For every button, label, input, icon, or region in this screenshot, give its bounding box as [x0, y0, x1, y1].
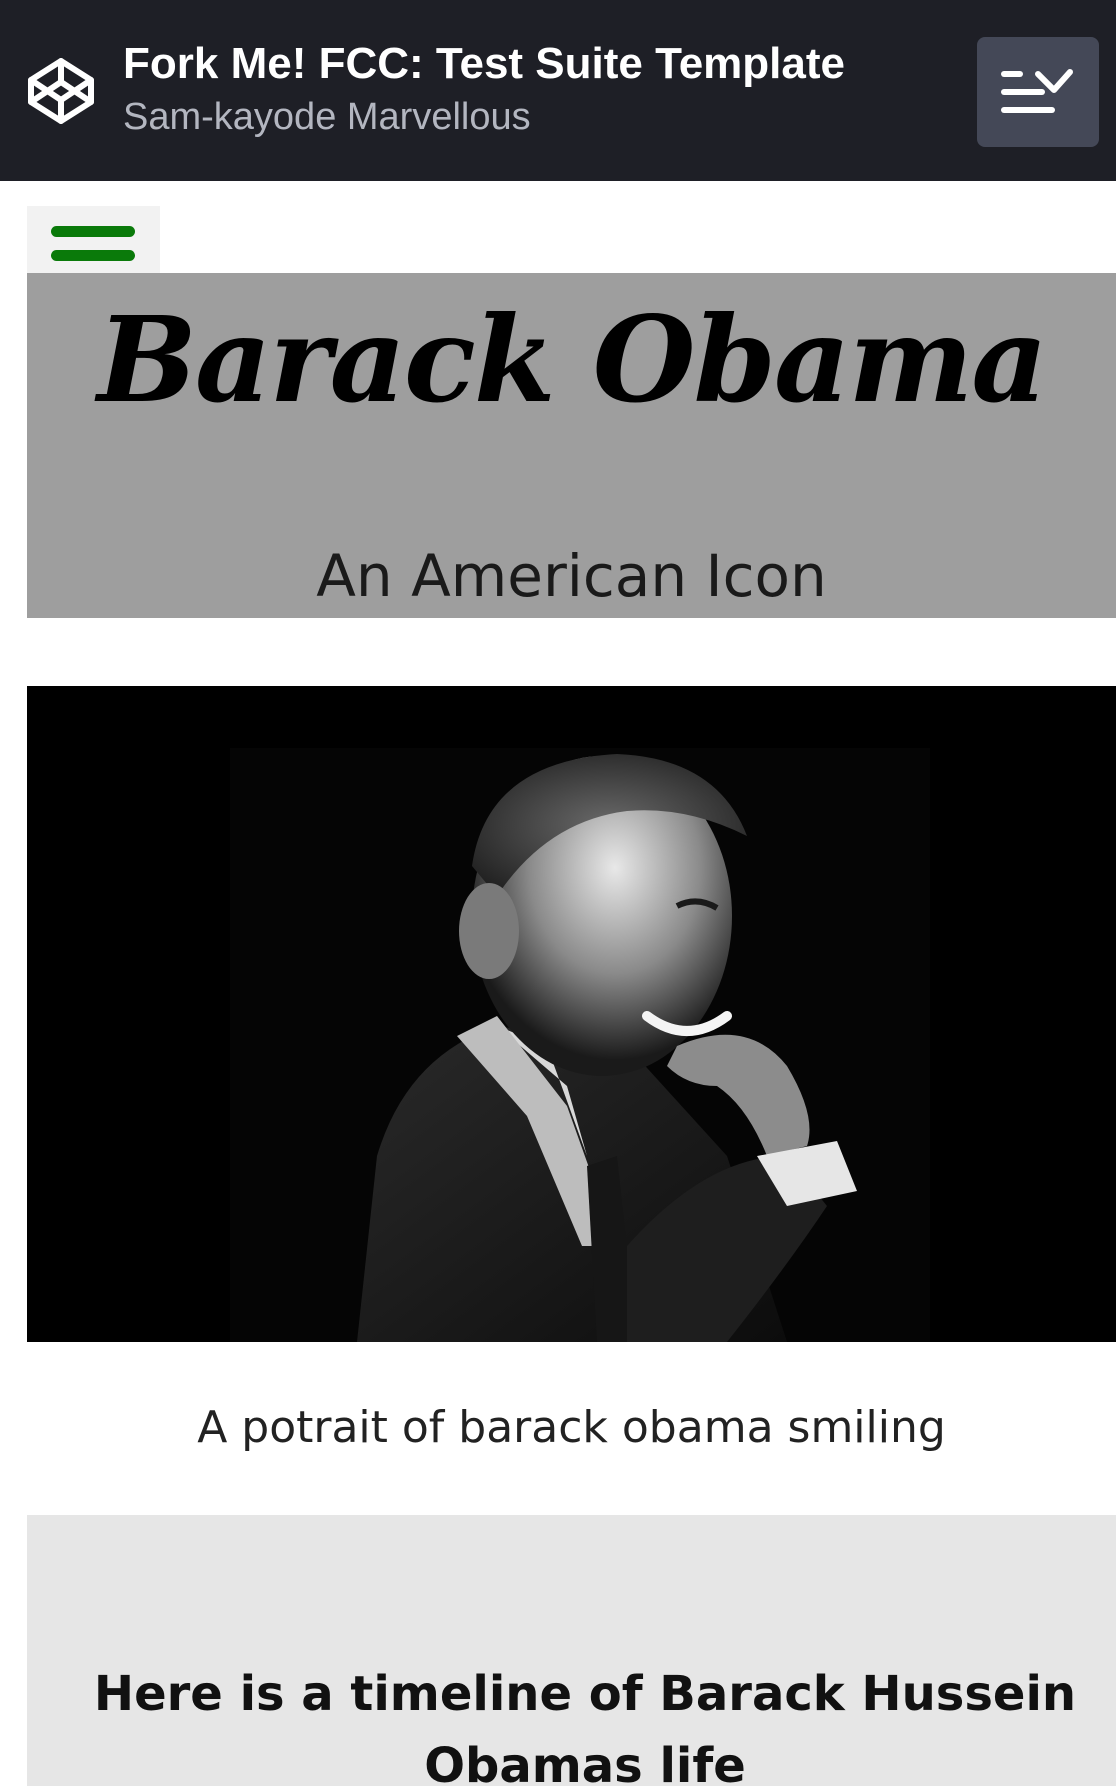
portrait-image: [27, 686, 1116, 1342]
codepen-cube-icon[interactable]: [26, 56, 96, 126]
timeline-section: Here is a timeline of Barack Hussein Oba…: [27, 1515, 1116, 1786]
page-title: Barack Obama: [97, 290, 1048, 429]
codepen-header: Fork Me! FCC: Test Suite Template Sam-ka…: [0, 0, 1116, 181]
hero-header: Barack Obama An American Icon: [27, 273, 1116, 618]
pen-title[interactable]: Fork Me! FCC: Test Suite Template: [123, 36, 845, 92]
timeline-heading: Here is a timeline of Barack Hussein Oba…: [93, 1666, 1077, 1786]
collapse-details-icon: [1001, 69, 1073, 113]
image-caption: A potrait of barack obama smiling: [197, 1402, 946, 1453]
page-subtitle: An American Icon: [316, 542, 827, 610]
details-toggle-button[interactable]: [977, 37, 1099, 147]
author-name[interactable]: Sam-kayode Marvellous: [123, 94, 531, 140]
